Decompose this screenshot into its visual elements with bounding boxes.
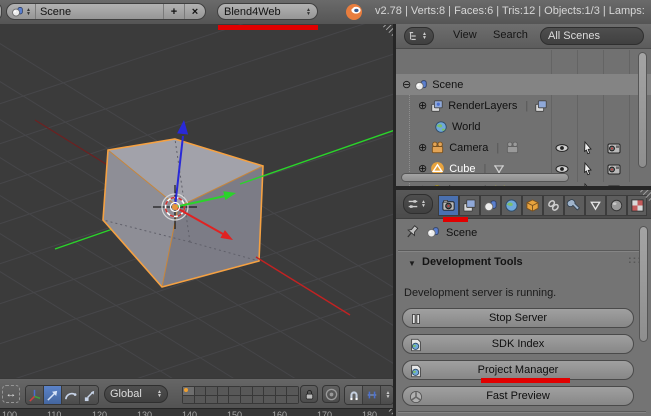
lock-to-scene-button[interactable] [300,385,318,403]
outliner-panel: ▲▼ View Search All Scenes ⊖ Scene ⊕ [396,24,651,186]
outliner-row-world[interactable]: World [396,116,651,137]
blender-logo-icon [343,2,365,22]
editor-type-selector[interactable]: ▲▼ [404,27,434,45]
outliner-vscrollbar[interactable] [638,52,647,168]
pin-icon[interactable] [404,224,420,240]
outliner-editor-icon [408,30,420,42]
renderability-camera-icon[interactable] [606,161,622,177]
tab-scene[interactable] [480,195,501,216]
camera-icon [430,140,445,155]
timeline-strip[interactable]: 100110 120130 140150 160170 180 [0,408,395,416]
properties-vscrollbar[interactable] [639,226,648,342]
outliner-hscrollbar[interactable] [401,173,569,182]
manipulator-toggle-button[interactable]: ↔ [2,385,20,403]
tab-world[interactable] [501,195,522,216]
scale-manipulator-button[interactable] [80,386,98,404]
y-axis-positive [240,130,395,184]
scene-browse-button[interactable]: ▲▼ [7,4,36,19]
panel-collapse-triangle-icon[interactable]: ▼ [408,259,416,268]
viewport-header: ↔ Global ▲▼ [0,378,395,410]
outliner-row-camera[interactable]: ⊕ Camera | [396,137,651,158]
annotation-underline-render-tab [443,217,468,222]
camera-data-icon[interactable] [505,140,520,155]
tab-constraints[interactable] [543,195,564,216]
object-origin [172,204,178,210]
3d-viewport[interactable] [0,24,395,378]
viewport-scene [0,24,395,378]
project-manager-button[interactable]: Project Manager [402,360,634,380]
visibility-eye-icon[interactable] [554,140,570,156]
add-scene-button[interactable]: + [164,4,185,19]
manipulator-mode-group [25,385,99,405]
tab-object-data[interactable] [585,195,606,216]
snap-element-button[interactable] [363,386,381,404]
transform-orientation-dropdown[interactable]: Global ▲▼ [104,385,168,403]
expand-icon[interactable]: ⊕ [418,99,427,112]
render-engine-selector[interactable]: Blend4Web ▲▼ [217,3,318,20]
outliner-header: ▲▼ View Search All Scenes [396,24,651,49]
world-icon [434,120,448,134]
tab-texture[interactable] [627,195,647,216]
view-menu[interactable]: View [453,29,477,41]
engine-spinner-arrows: ▲▼ [306,8,311,16]
tab-render-layers[interactable] [459,195,480,216]
scene-icon [11,5,24,18]
renderability-camera-icon[interactable] [606,140,622,156]
blender-window: ▲▼ Scene + × Blend4Web ▲▼ v2.78 | Verts:… [0,0,651,416]
orientation-spinner-arrows: ▲▼ [157,390,162,398]
scene-datablock-selector: ▲▼ Scene + × [6,3,206,20]
scene-statistics: v2.78 | Verts:8 | Faces:6 | Tris:12 | Ob… [375,5,645,17]
panel-title[interactable]: Development Tools [422,256,523,268]
renderlayer-data-icon[interactable] [534,99,548,113]
renderlayers-icon [430,99,444,113]
fast-preview-button[interactable]: Fast Preview [402,386,634,406]
snap-magnet-button[interactable] [345,386,363,404]
properties-header: ▲▼ [396,190,651,219]
annotation-underline-engine [218,25,318,30]
editor-type-selector[interactable]: ▲▼ [403,194,433,214]
server-status-text: Development server is running. [404,287,556,299]
x-axis-positive [256,257,350,315]
sdk-index-button[interactable]: SDK Index [402,334,634,354]
tab-modifiers[interactable] [564,195,585,216]
proportional-edit-button[interactable] [322,385,340,403]
outliner-row-renderlayers[interactable]: ⊕ RenderLayers | [396,95,651,116]
tab-render[interactable] [438,195,459,216]
properties-editor-icon [407,198,419,210]
collapse-icon[interactable]: ⊖ [402,78,411,91]
editor-type-button-partial[interactable] [0,3,2,20]
layers-group-1[interactable] [182,386,241,404]
layers-group-2[interactable] [240,386,299,404]
stop-server-button[interactable]: Stop Server [402,308,634,328]
scene-icon [426,225,440,239]
info-header: ▲▼ Scene + × Blend4Web ▲▼ v2.78 | Verts:… [0,0,651,26]
annotation-underline-project-manager [481,378,570,383]
scene-spinner-arrows[interactable]: ▲▼ [26,8,31,16]
scene-icon [414,78,428,92]
snap-spinner-arrows[interactable]: ▲▼ [381,386,393,404]
search-menu[interactable]: Search [493,29,528,41]
outliner-row-scene[interactable]: ⊖ Scene [396,74,651,95]
scene-name-field[interactable]: Scene [36,4,164,19]
expand-icon[interactable]: ⊕ [418,141,427,154]
display-mode-dropdown[interactable]: All Scenes [540,27,644,45]
breadcrumb: Scene [446,227,477,239]
translate-manipulator-button[interactable] [44,386,62,404]
manipulator-axes-button[interactable] [26,386,44,404]
snap-group: ▲▼ [344,385,394,405]
selectability-cursor-icon[interactable] [580,140,596,156]
selectability-cursor-icon[interactable] [580,161,596,177]
tab-object[interactable] [522,195,543,216]
rotate-manipulator-button[interactable] [62,386,80,404]
delete-scene-button[interactable]: × [185,4,205,19]
tab-material[interactable] [606,195,627,216]
